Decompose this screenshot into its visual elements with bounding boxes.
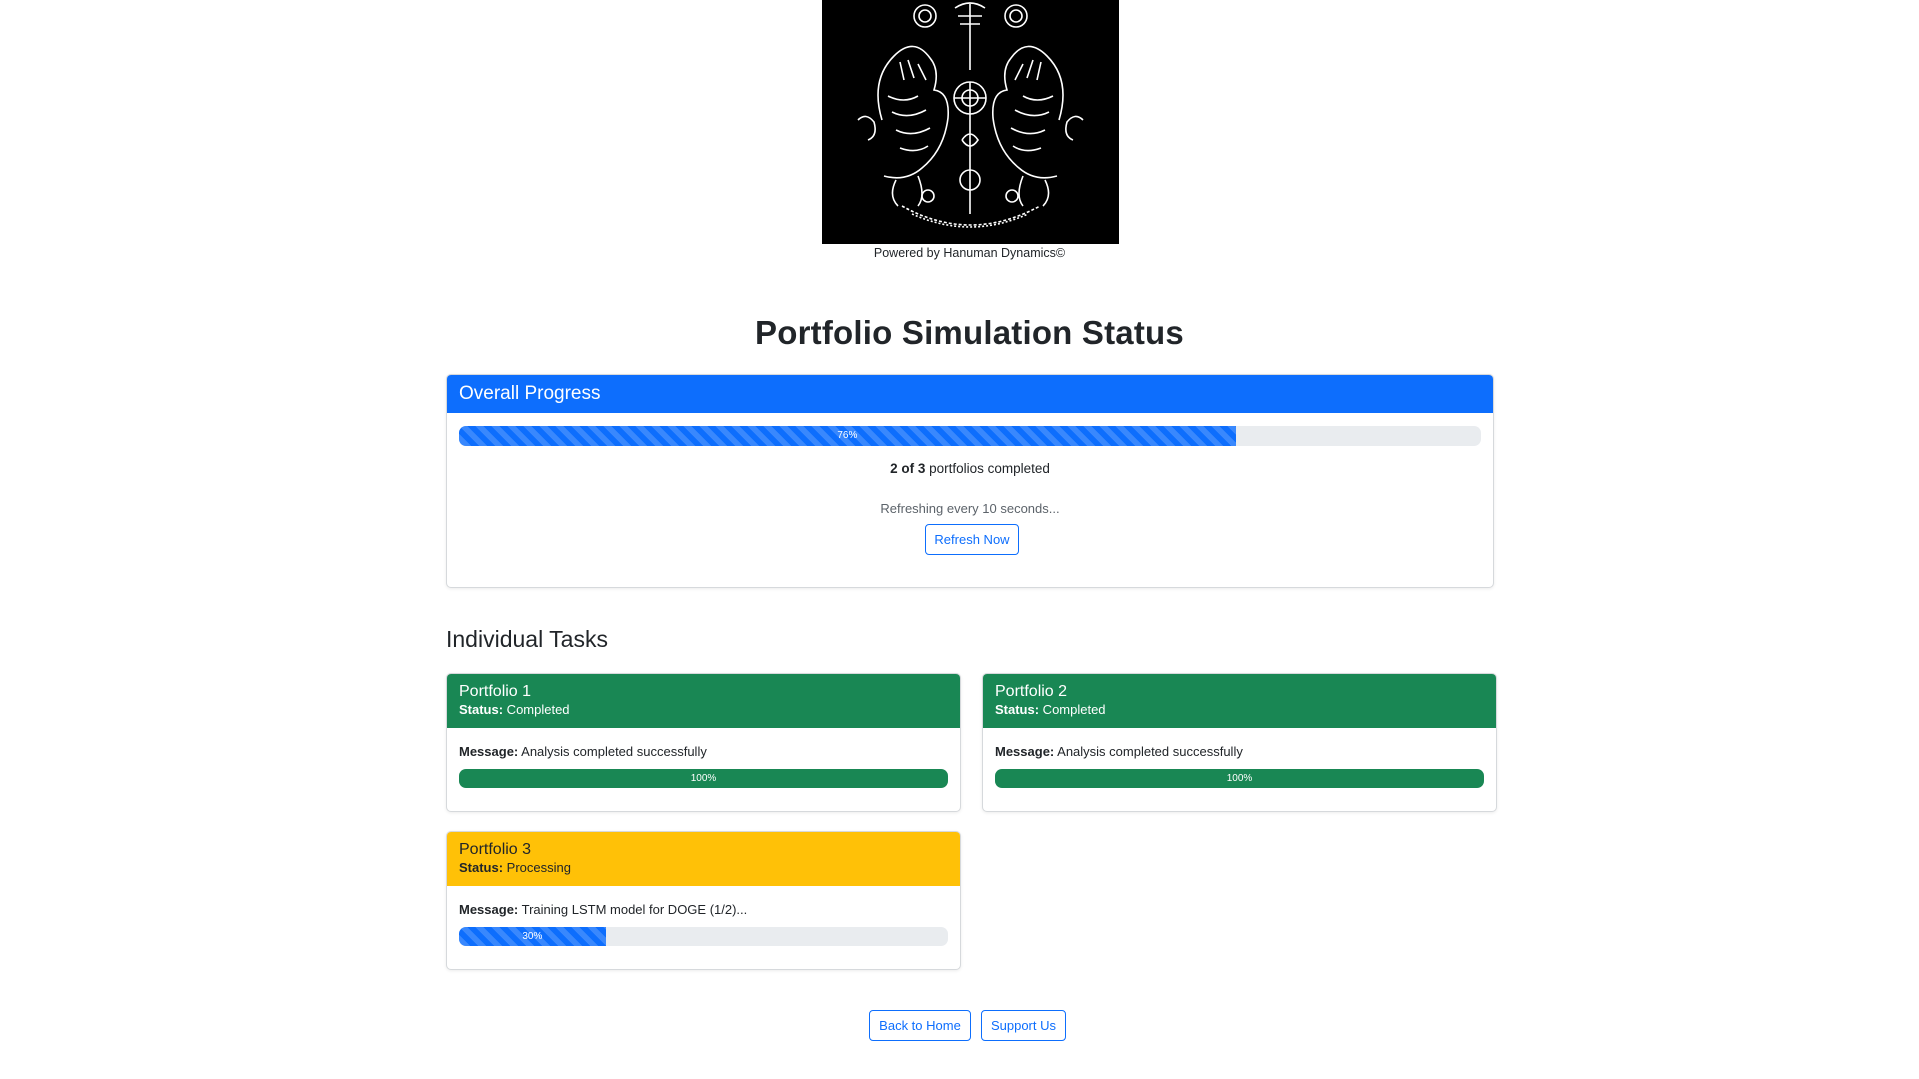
support-us-button[interactable]: Support Us: [981, 1010, 1066, 1041]
task-card-portfolio-2: Portfolio 2 Status: Completed Message: A…: [982, 673, 1497, 812]
task-title: Portfolio 1: [459, 683, 532, 700]
task-status: Status: Completed: [459, 701, 948, 718]
task-progress-label: 100%: [690, 773, 717, 784]
task-progress-fill: 100%: [995, 769, 1484, 788]
twin-tigers-emblem-icon: [822, 0, 1119, 244]
overall-progress-header: Overall Progress: [447, 375, 1493, 413]
task-progress-track: 100%: [459, 769, 948, 788]
task-progress-track: 30%: [459, 927, 948, 946]
task-status: Status: Processing: [459, 859, 948, 876]
overall-progress-label: 76%: [837, 430, 858, 441]
task-card-portfolio-1: Portfolio 1 Status: Completed Message: A…: [446, 673, 961, 812]
individual-tasks-heading: Individual Tasks: [446, 626, 608, 652]
logo: [822, 0, 1119, 244]
task-progress-label: 30%: [522, 931, 543, 942]
task-progress-label: 100%: [1226, 773, 1253, 784]
overall-progress-bar-fill: 76%: [459, 426, 1236, 446]
task-status-value: Completed: [1039, 702, 1106, 717]
task-message-value: Analysis completed successfully: [518, 744, 707, 759]
task-message: Message: Analysis completed successfully: [459, 744, 707, 759]
task-title: Portfolio 3: [459, 841, 532, 858]
task-status-label: Status:: [459, 702, 504, 717]
task-card-portfolio-3: Portfolio 3 Status: Processing Message: …: [446, 831, 961, 970]
powered-by-credit: Powered by Hanuman Dynamics©: [873, 246, 1066, 260]
page-title: Portfolio Simulation Status: [755, 314, 1184, 351]
task-header: Portfolio 2 Status: Completed: [983, 674, 1496, 728]
overall-progress-card: Overall Progress 76% 2 of 3 portfolios c…: [446, 374, 1494, 588]
task-message: Message: Training LSTM model for DOGE (1…: [459, 902, 747, 917]
task-message-value: Analysis completed successfully: [1054, 744, 1243, 759]
task-progress-fill: 30%: [459, 927, 606, 946]
task-message-label: Message:: [459, 744, 519, 759]
task-message-label: Message:: [995, 744, 1055, 759]
task-message: Message: Analysis completed successfully: [995, 744, 1243, 759]
task-title: Portfolio 2: [995, 683, 1068, 700]
task-message-value: Training LSTM model for DOGE (1/2)...: [518, 902, 748, 917]
page: Powered by Hanuman Dynamics© Portfolio S…: [0, 0, 1919, 1079]
overall-progress-bar-track: 76%: [459, 426, 1481, 446]
task-status-label: Status:: [459, 860, 504, 875]
completed-count: 2 of 3 portfolios completed: [447, 461, 1493, 476]
task-progress-fill: 100%: [459, 769, 948, 788]
refresh-note: Refreshing every 10 seconds...: [880, 501, 1060, 516]
task-status-value: Processing: [503, 860, 571, 875]
task-status: Status: Completed: [995, 701, 1484, 718]
completed-count-suffix: portfolios completed: [925, 461, 1050, 476]
refresh-now-button[interactable]: Refresh Now: [925, 524, 1019, 555]
task-header: Portfolio 1 Status: Completed: [447, 674, 960, 728]
task-header: Portfolio 3 Status: Processing: [447, 832, 960, 886]
task-status-value: Completed: [503, 702, 570, 717]
completed-count-number: 2 of 3: [890, 461, 926, 476]
back-to-home-button[interactable]: Back to Home: [869, 1010, 971, 1041]
task-message-label: Message:: [459, 902, 519, 917]
task-status-label: Status:: [995, 702, 1040, 717]
task-progress-track: 100%: [995, 769, 1484, 788]
